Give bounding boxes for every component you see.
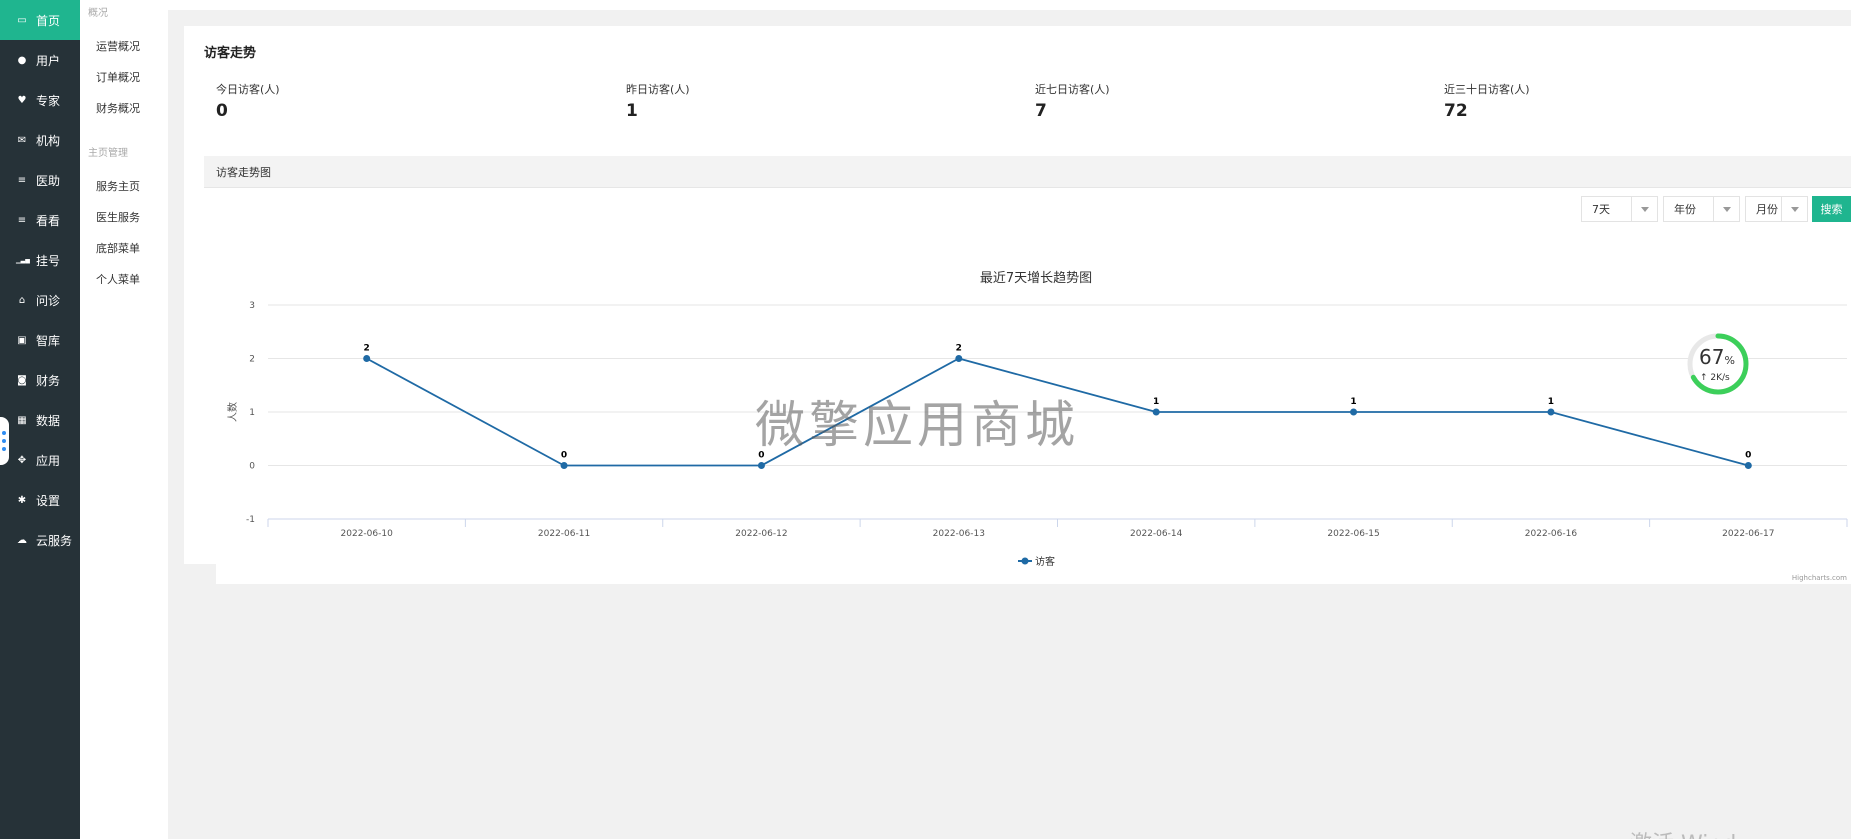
x-tick-label: 2022-06-17 [1722, 529, 1774, 539]
data-label: 2 [956, 344, 962, 354]
data-label: 1 [1350, 397, 1356, 407]
x-tick-label: 2022-06-15 [1327, 529, 1379, 539]
legend-label: 访客 [1035, 555, 1055, 568]
data-label: 1 [1548, 397, 1554, 407]
y-tick-label: 3 [249, 301, 255, 311]
network-speed: ↑ 2K/s [1700, 373, 1730, 383]
data-point [1152, 408, 1160, 416]
visitor-trend-chart: 最近7天增长趋势图 3 2 1 0 -1 2022-06-10 2022-06-11 2022-… [226, 270, 1848, 582]
y-tick-label: 1 [249, 408, 255, 418]
watermark-text: 微擎应用商城 [755, 396, 1079, 454]
chart-credits: Highcharts.com [1792, 574, 1847, 582]
data-point [1547, 408, 1555, 416]
x-tick-label: 2022-06-12 [735, 529, 787, 539]
data-label: 1 [1153, 397, 1159, 407]
data-point [757, 462, 765, 469]
data-point [363, 355, 371, 362]
data-label: 0 [561, 451, 567, 461]
data-label: 0 [1745, 451, 1751, 461]
y-tick-label: 0 [249, 462, 255, 472]
x-tick-label: 2022-06-10 [341, 529, 394, 539]
data-point [955, 355, 963, 362]
x-tick-label: 2022-06-14 [1130, 529, 1183, 539]
y-tick-label: 2 [249, 355, 255, 365]
windows-activation-text: 激活 Wind [1630, 826, 1736, 839]
data-point [560, 462, 568, 469]
data-label: 2 [364, 344, 370, 354]
x-tick-label: 2022-06-16 [1525, 529, 1578, 539]
gauge-number: 67 [1699, 345, 1725, 369]
chart-title: 最近7天增长趋势图 [980, 270, 1092, 286]
gauge-value: 67% [1699, 345, 1735, 369]
y-tick-label: -1 [246, 515, 255, 525]
gauge-unit: % [1724, 354, 1735, 367]
data-point [1744, 462, 1752, 469]
x-tick-label: 2022-06-13 [933, 529, 985, 539]
x-tick-label: 2022-06-11 [538, 529, 590, 539]
y-axis-label: 人数 [226, 402, 239, 422]
legend-symbol-marker [1021, 557, 1029, 565]
data-point [1350, 408, 1358, 416]
